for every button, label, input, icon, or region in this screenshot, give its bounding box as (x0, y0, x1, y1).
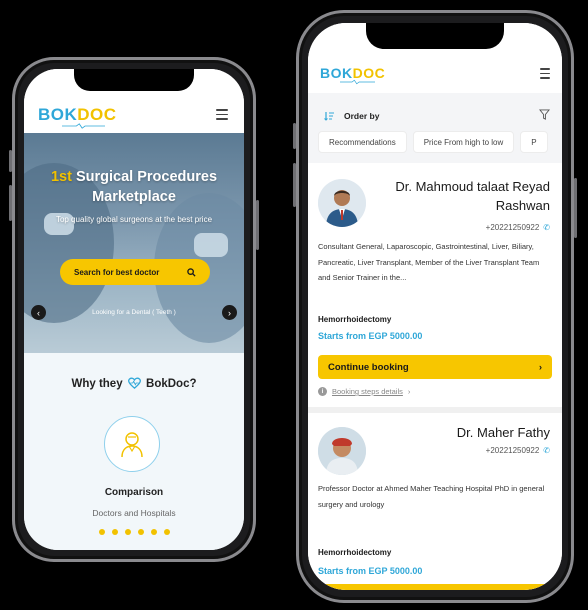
power-button (574, 178, 577, 238)
brand-logo[interactable]: BOKDOC (320, 65, 385, 85)
doctor-name[interactable]: Dr. Maher Fathy (380, 423, 550, 442)
right-screen: BOKDOC Order by Recommendations Price Fr… (308, 23, 562, 590)
carousel-dot[interactable] (137, 529, 144, 535)
chevron-right-icon: › (407, 387, 411, 396)
search-doctor-button[interactable]: Search for best doctor (60, 259, 210, 285)
procedure-name: Hemorrhoidectomy (318, 315, 392, 324)
volume-button (9, 185, 12, 221)
hamburger-icon[interactable] (540, 68, 550, 79)
logo-heartbeat-icon (339, 79, 376, 85)
volume-button (293, 163, 296, 207)
procedure-price: Starts from EGP 5000.00 (318, 566, 423, 576)
continue-booking-button[interactable]: Continue booking › (318, 355, 552, 379)
hero-caption: Looking for a Dental ( Teeth ) (92, 309, 176, 316)
order-by-label: Order by (344, 111, 380, 121)
doctor-name[interactable]: Dr. Mahmoud talaat Reyad Rashwan (380, 177, 550, 215)
procedure-price: Starts from EGP 5000.00 (318, 331, 423, 341)
brand-logo[interactable]: BOKDOC (38, 105, 117, 129)
chip-recommendations[interactable]: Recommendations (318, 131, 407, 153)
notch (366, 23, 504, 49)
continue-booking-button-partial[interactable] (308, 584, 562, 590)
left-screen: BOKDOC 1st Surgical Procedures Marketpla… (24, 69, 244, 550)
carousel-dot[interactable] (163, 529, 170, 535)
logo-part-doc: DOC (77, 105, 117, 124)
doctor-avatar (318, 179, 366, 227)
search-icon (187, 267, 196, 277)
info-icon: i (318, 387, 327, 396)
sort-icon[interactable] (324, 111, 334, 121)
heart-icon (127, 377, 141, 389)
logo-part-bok: BOK (38, 105, 78, 124)
doctor-card: Dr. Mahmoud talaat Reyad Rashwan +202212… (308, 167, 562, 407)
carousel-dot[interactable] (111, 529, 118, 535)
carousel-dots (24, 529, 244, 535)
chip-price-high-low[interactable]: Price From high to low (412, 131, 515, 153)
phone-icon: ✆ (543, 446, 550, 455)
why-title: Why they BokDoc? (71, 377, 197, 390)
hero-photo-mask (194, 233, 228, 257)
notch (74, 69, 194, 91)
phone-icon: ✆ (543, 223, 550, 232)
feature-title: Comparison (104, 487, 164, 498)
doctor-icon (121, 432, 143, 458)
doctor-description: Consultant General, Laparoscopic, Gastro… (318, 242, 540, 282)
sort-chips: Recommendations Price From high to low P (318, 131, 548, 153)
why-section: Why they BokDoc? Comparison Doctors and … (24, 353, 244, 550)
doctor-phone[interactable]: +20221250922 ✆ (486, 223, 550, 232)
filter-bar: Order by Recommendations Price From high… (308, 93, 562, 163)
volume-button (293, 123, 296, 149)
hamburger-icon[interactable] (216, 109, 228, 120)
booking-steps-link[interactable]: i Booking steps details › (318, 387, 410, 396)
chevron-right-icon: › (538, 361, 542, 373)
phone-left: BOKDOC 1st Surgical Procedures Marketpla… (9, 57, 259, 562)
search-button-label: Search for best doctor (74, 267, 160, 277)
logo-heartbeat-icon (61, 123, 105, 129)
feature-subtitle: Doctors and Hospitals (92, 508, 176, 518)
procedure-name: Hemorrhoidectomy (318, 548, 392, 557)
doctor-avatar (318, 427, 366, 475)
comparison-feature-icon-wrapper (104, 416, 160, 472)
chevron-right-icon[interactable]: › (222, 305, 237, 320)
doctor-card: Dr. Maher Fathy +20221250922 ✆ Professor… (308, 413, 562, 590)
hero-banner: 1st Surgical Procedures Marketplace Top … (24, 133, 244, 353)
doctor-description: Professor Doctor at Ahmed Maher Teaching… (318, 484, 545, 509)
doctor-phone[interactable]: +20221250922 ✆ (486, 446, 550, 455)
chip-price-partial[interactable]: P (520, 131, 548, 153)
filter-icon[interactable] (539, 109, 550, 120)
power-button (256, 200, 259, 250)
volume-button (9, 150, 12, 172)
carousel-dot[interactable] (124, 529, 131, 535)
hero-subtitle: Top quality global surgeons at the best … (55, 215, 213, 224)
carousel-dot[interactable] (150, 529, 157, 535)
carousel-dot[interactable] (98, 529, 105, 535)
hero-title: 1st Surgical Procedures Marketplace (50, 169, 218, 205)
phone-right: BOKDOC Order by Recommendations Price Fr… (293, 10, 577, 603)
